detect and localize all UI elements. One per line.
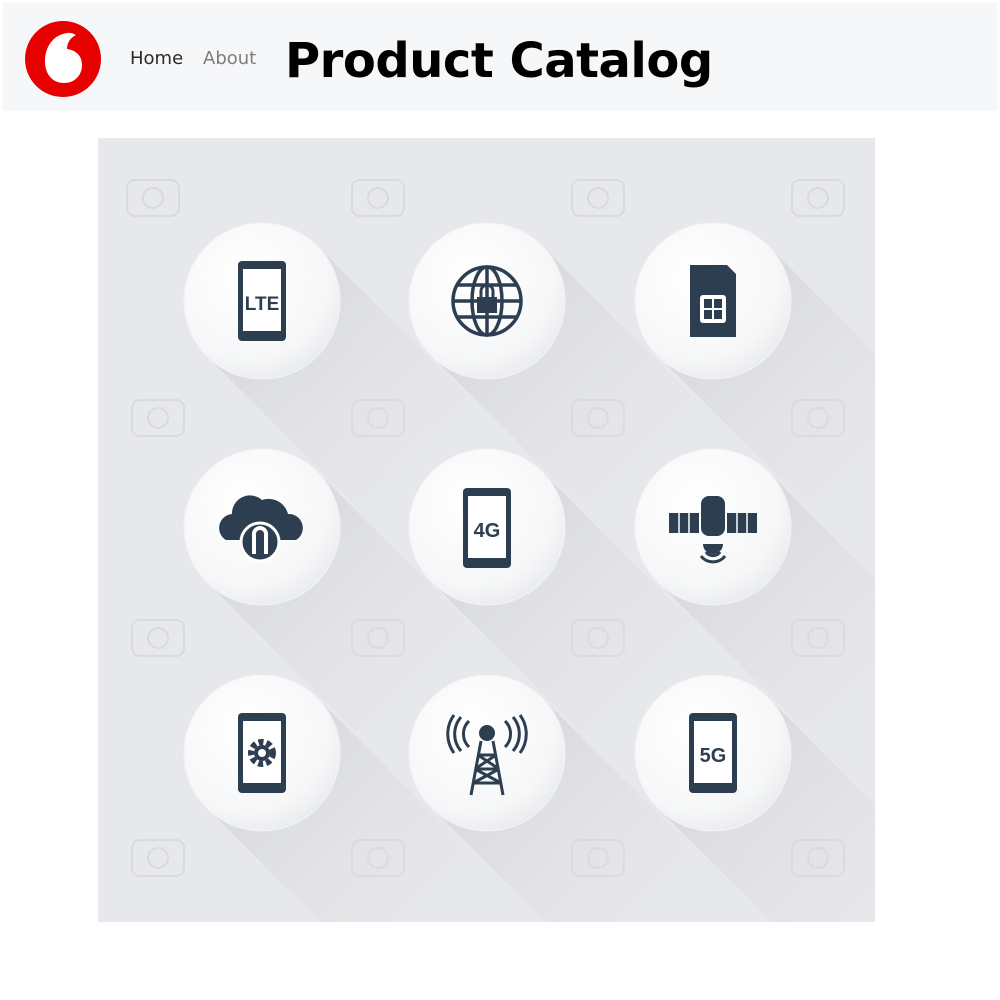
- product-catalog-image: LTE 4G 5G: [98, 138, 875, 922]
- top-bar: Home About Product Catalog: [3, 3, 997, 111]
- watermark-camera-icon: [571, 179, 625, 217]
- sim-card-icon[interactable]: [690, 265, 736, 337]
- nav-about-link[interactable]: About: [203, 48, 256, 69]
- 4g-label: 4G: [474, 520, 501, 542]
- catalog-canvas: LTE 4G 5G: [126, 179, 875, 922]
- lte-phone-icon[interactable]: LTE: [238, 261, 286, 341]
- watermark-camera-icon: [351, 179, 405, 217]
- watermark-camera-icon: [791, 179, 845, 217]
- 4g-phone-icon[interactable]: 4G: [463, 488, 511, 568]
- phone-settings-icon[interactable]: [238, 713, 286, 793]
- icon-disc: [408, 674, 566, 832]
- watermark-camera-icon: [131, 619, 185, 657]
- lte-label: LTE: [245, 294, 279, 315]
- nav-home-link[interactable]: Home: [130, 48, 183, 69]
- 5g-label: 5G: [700, 745, 727, 767]
- page-title: Product Catalog: [285, 33, 713, 89]
- watermark-camera-icon: [131, 839, 185, 877]
- 5g-phone-icon[interactable]: 5G: [689, 713, 737, 793]
- vodafone-logo-icon[interactable]: [23, 19, 103, 99]
- watermark-camera-icon: [131, 399, 185, 437]
- watermark-camera-icon: [126, 179, 180, 217]
- secure-globe-icon[interactable]: [451, 265, 523, 337]
